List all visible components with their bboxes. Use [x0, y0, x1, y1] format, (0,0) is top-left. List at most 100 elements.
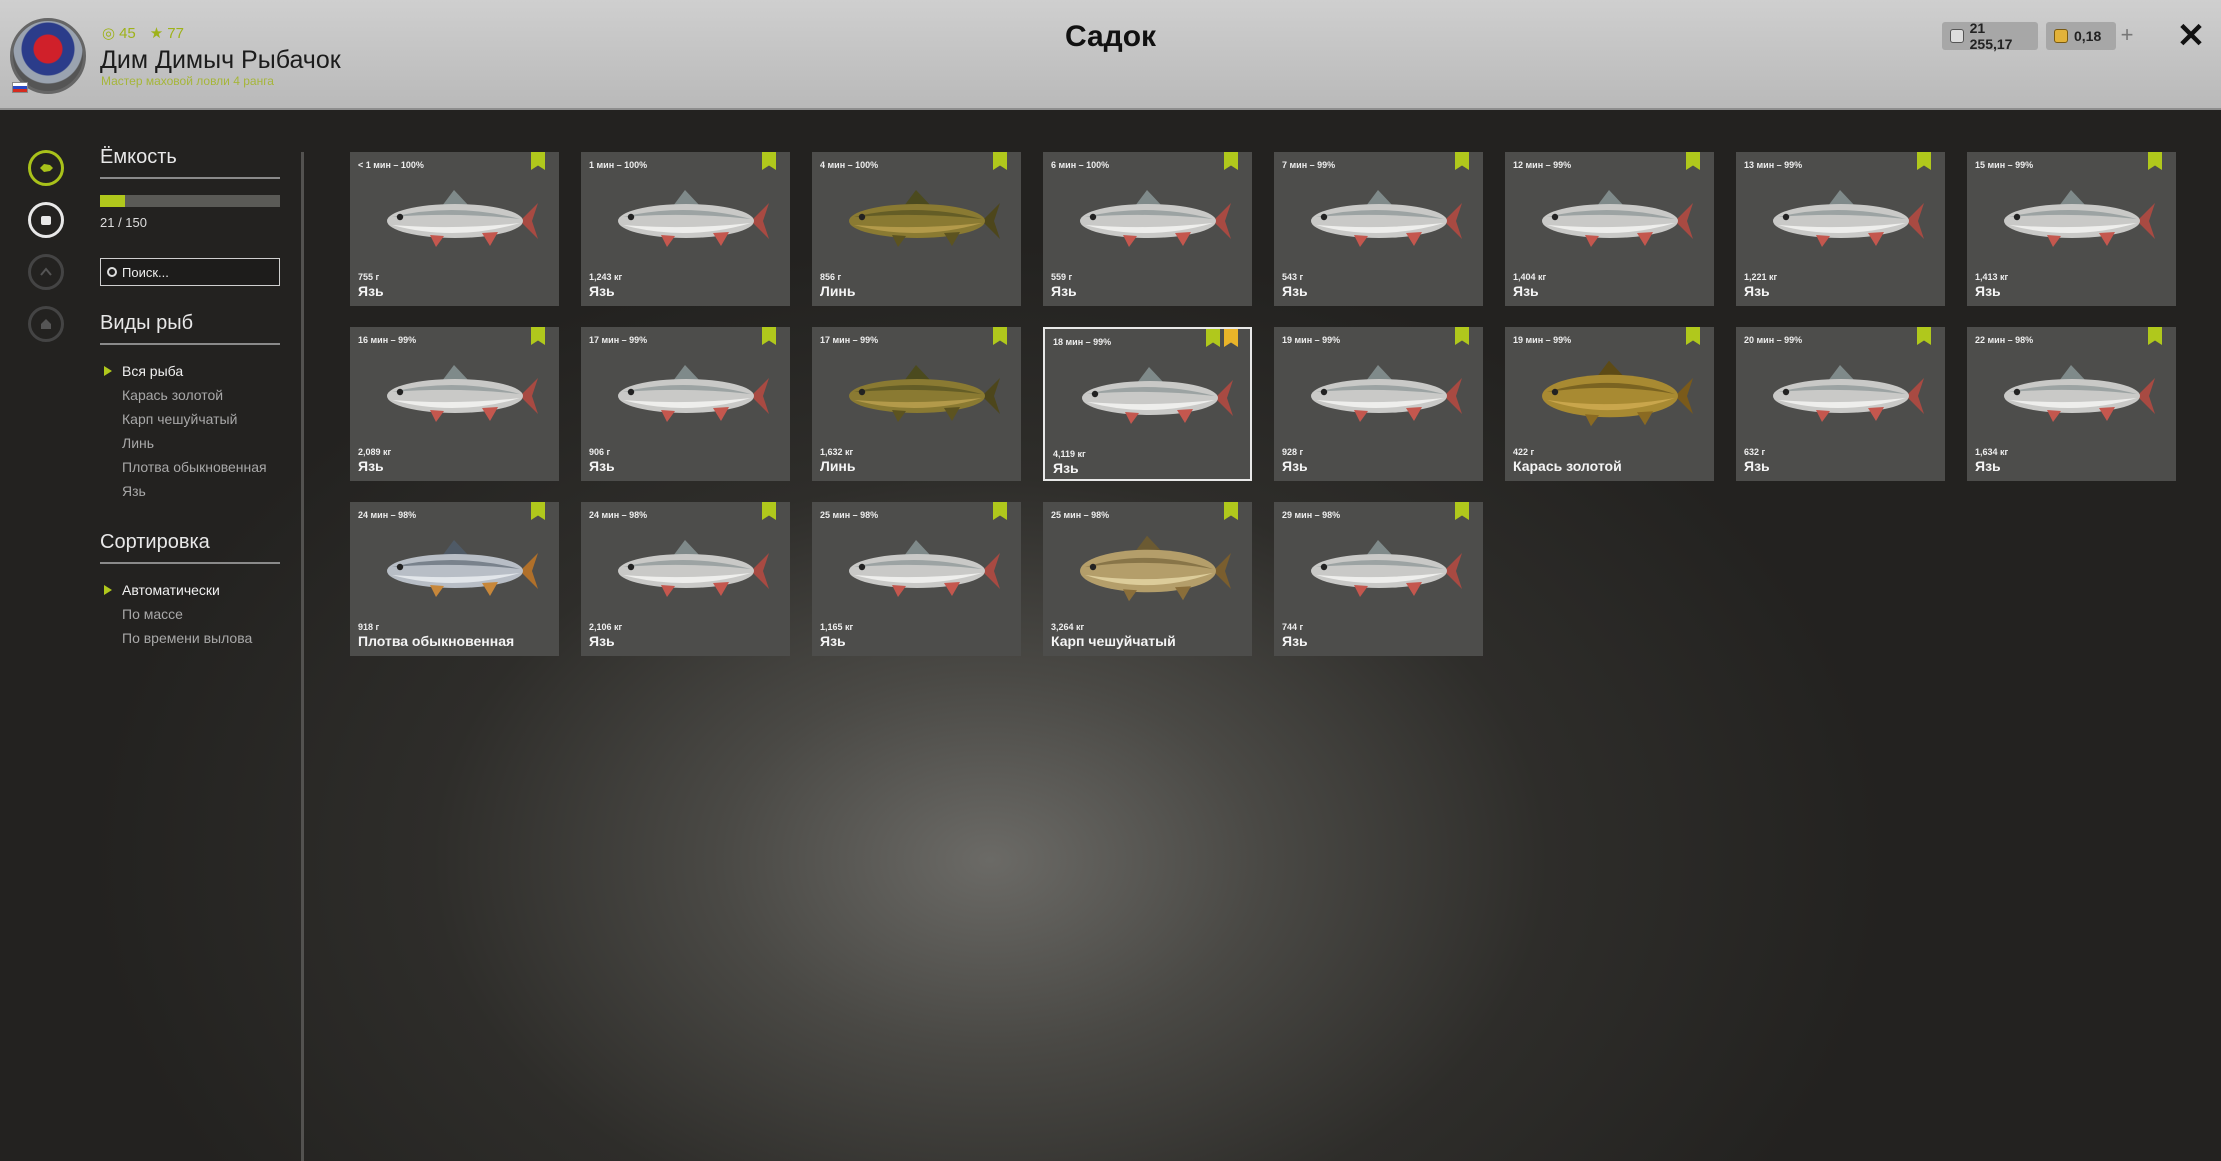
species-title: Виды рыб: [100, 312, 280, 345]
check-bookmark-icon[interactable]: [531, 327, 545, 345]
fish-card[interactable]: 12 мин – 99% 1,404 кг Язь: [1505, 152, 1714, 306]
fish-name: Язь: [1282, 633, 1308, 649]
fish-mass: 1,634 кг: [1975, 447, 2009, 457]
catch-time-freshness: 29 мин – 98%: [1282, 510, 1341, 520]
sort-option-item[interactable]: По массе: [100, 602, 280, 626]
fish-name: Линь: [820, 283, 856, 299]
fish-card[interactable]: 24 мин – 98% 2,106 кг Язь: [581, 502, 790, 656]
catch-time-freshness: 6 мин – 100%: [1051, 160, 1110, 170]
check-bookmark-icon[interactable]: [1224, 152, 1238, 170]
species-filter-item[interactable]: Карась золотой: [100, 383, 280, 407]
species-filter-item[interactable]: Карп чешуйчатый: [100, 407, 280, 431]
check-bookmark-icon[interactable]: [1206, 329, 1220, 347]
sort-option-item[interactable]: Автоматически: [100, 578, 280, 602]
panel-divider: [301, 152, 304, 1161]
fish-card[interactable]: 18 мин – 99% 4,119 кг Язь: [1043, 327, 1252, 481]
fish-card[interactable]: 22 мин – 98% 1,634 кг Язь: [1967, 327, 2176, 481]
check-bookmark-icon[interactable]: [531, 152, 545, 170]
upgrade-button[interactable]: [28, 254, 64, 290]
fish-card[interactable]: 25 мин – 98% 1,165 кг Язь: [812, 502, 1021, 656]
fish-mass: 559 г: [1051, 272, 1073, 282]
catch-time-freshness: 25 мин – 98%: [1051, 510, 1110, 520]
species-filter-item[interactable]: Язь: [100, 479, 280, 503]
fish-card[interactable]: 1 мин – 100% 1,243 кг Язь: [581, 152, 790, 306]
fish-card[interactable]: 13 мин – 99% 1,221 кг Язь: [1736, 152, 1945, 306]
fish-card[interactable]: 19 мин – 99% 422 г Карась золотой: [1505, 327, 1714, 481]
fish-name: Язь: [358, 458, 384, 474]
fish-card[interactable]: 7 мин – 99% 543 г Язь: [1274, 152, 1483, 306]
catch-time-freshness: 4 мин – 100%: [820, 160, 879, 170]
check-bookmark-icon[interactable]: [1686, 327, 1700, 345]
fish-card[interactable]: 24 мин – 98% 918 г Плотва обыкновенная: [350, 502, 559, 656]
fish-name: Язь: [1975, 283, 2001, 299]
check-bookmark-icon[interactable]: [2148, 152, 2162, 170]
page-title: Садок: [1064, 20, 1157, 53]
close-button[interactable]: ✕: [2174, 16, 2208, 56]
fish-mass: 543 г: [1282, 272, 1304, 282]
fish-mass: 918 г: [358, 622, 380, 632]
catch-time-freshness: 18 мин – 99%: [1053, 337, 1112, 347]
sort-option-label: По времени вылова: [122, 630, 253, 646]
search-input[interactable]: Поиск...: [100, 258, 280, 286]
check-bookmark-icon[interactable]: [762, 327, 776, 345]
fish-card[interactable]: 29 мин – 98% 744 г Язь: [1274, 502, 1483, 656]
silver-coin-icon: [1950, 29, 1964, 43]
filter-panel: Ёмкость 21 / 150 Поиск... Виды рыб Вся р…: [100, 146, 280, 650]
silver-balance[interactable]: 21 255,17: [1942, 20, 2038, 52]
check-bookmark-icon[interactable]: [993, 327, 1007, 345]
species-filter-item[interactable]: Линь: [100, 431, 280, 455]
fish-card[interactable]: 19 мин – 99% 928 г Язь: [1274, 327, 1483, 481]
fish-name: Язь: [1513, 283, 1539, 299]
catch-time-freshness: < 1 мин – 100%: [358, 160, 424, 170]
check-bookmark-icon[interactable]: [1917, 327, 1931, 345]
fish-name: Язь: [589, 283, 615, 299]
check-bookmark-icon[interactable]: [762, 502, 776, 520]
species-filter-label: Язь: [122, 483, 146, 499]
species-filter-item[interactable]: Вся рыба: [100, 359, 280, 383]
catch-time-freshness: 17 мин – 99%: [589, 335, 648, 345]
fish-mass: 1,413 кг: [1975, 272, 2009, 282]
gold-balance[interactable]: 0,18: [2046, 22, 2116, 50]
catch-time-freshness: 19 мин – 99%: [1282, 335, 1341, 345]
check-bookmark-icon[interactable]: [762, 152, 776, 170]
fish-mass: 632 г: [1744, 447, 1766, 457]
species-filter-item[interactable]: Плотва обыкновенная: [100, 455, 280, 479]
check-bookmark-icon[interactable]: [1917, 152, 1931, 170]
check-bookmark-icon[interactable]: [993, 502, 1007, 520]
species-filter-label: Плотва обыкновенная: [122, 459, 267, 475]
check-bookmark-icon[interactable]: [1224, 502, 1238, 520]
fish-card[interactable]: 17 мин – 99% 1,632 кг Линь: [812, 327, 1021, 481]
keepnet-bag-button[interactable]: [28, 202, 64, 238]
check-bookmark-icon[interactable]: [1686, 152, 1700, 170]
fish-card[interactable]: 20 мин – 99% 632 г Язь: [1736, 327, 1945, 481]
fish-card[interactable]: 4 мин – 100% 856 г Линь: [812, 152, 1021, 306]
check-bookmark-icon[interactable]: [993, 152, 1007, 170]
check-bookmark-icon[interactable]: [1455, 327, 1469, 345]
fish-grid: < 1 мин – 100% 755 г Язь 1 мин – 100% 1,243 …: [350, 152, 2180, 656]
home-button[interactable]: [28, 306, 64, 342]
fish-card[interactable]: 15 мин – 99% 1,413 кг Язь: [1967, 152, 2176, 306]
fish-name: Язь: [1282, 458, 1308, 474]
fish-mass: 856 г: [820, 272, 842, 282]
fish-mass: 928 г: [1282, 447, 1304, 457]
check-bookmark-icon[interactable]: [1455, 152, 1469, 170]
fish-mass: 906 г: [589, 447, 611, 457]
sort-option-item[interactable]: По времени вылова: [100, 626, 280, 650]
keepnet-fish-button[interactable]: [28, 150, 64, 186]
fish-card[interactable]: 17 мин – 99% 906 г Язь: [581, 327, 790, 481]
fish-icon: [40, 164, 53, 172]
fish-card[interactable]: 6 мин – 100% 559 г Язь: [1043, 152, 1252, 306]
fish-name: Язь: [1282, 283, 1308, 299]
check-bookmark-icon[interactable]: [2148, 327, 2162, 345]
species-filter-label: Линь: [122, 435, 155, 451]
add-currency-button[interactable]: +: [2114, 22, 2140, 50]
fish-name: Язь: [1975, 458, 2001, 474]
ide-fish-icon: [618, 365, 769, 422]
fish-card[interactable]: 25 мин – 98% 3,264 кг Карп чешуйчатый: [1043, 502, 1252, 656]
ide-fish-icon: [1773, 365, 1924, 422]
fish-card[interactable]: 16 мин – 99% 2,089 кг Язь: [350, 327, 559, 481]
check-bookmark-icon[interactable]: [531, 502, 545, 520]
fish-card[interactable]: < 1 мин – 100% 755 г Язь: [350, 152, 559, 306]
side-rail: [28, 150, 66, 358]
check-bookmark-icon[interactable]: [1455, 502, 1469, 520]
